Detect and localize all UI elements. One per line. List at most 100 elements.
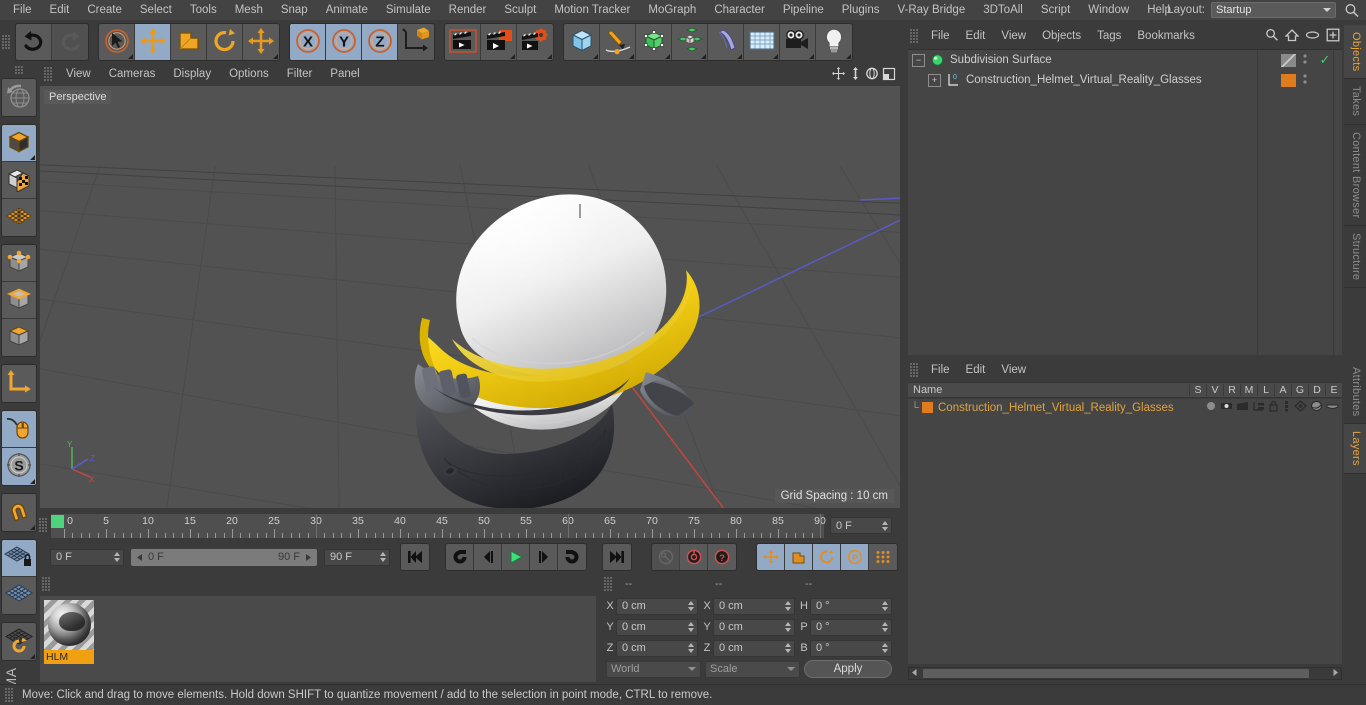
- next-keyframe-button[interactable]: [558, 544, 586, 570]
- scale-key-button[interactable]: [785, 544, 813, 570]
- manager-icon[interactable]: [1252, 400, 1265, 415]
- step-back-button[interactable]: [474, 544, 502, 570]
- spinner-icon[interactable]: [881, 520, 888, 531]
- parameter-key-button[interactable]: P: [841, 544, 869, 570]
- position-key-button[interactable]: [757, 544, 785, 570]
- side-tab-objects[interactable]: Objects: [1344, 25, 1366, 80]
- menu-item-render[interactable]: Render: [440, 0, 496, 20]
- viewport-solo-button[interactable]: [2, 411, 36, 448]
- object-menu-file[interactable]: File: [923, 25, 958, 47]
- side-tab-content-browser[interactable]: Content Browser: [1344, 124, 1366, 227]
- world-object-axis[interactable]: [398, 24, 434, 60]
- start-frame-field[interactable]: 0 F: [50, 548, 124, 566]
- side-tab-attributes[interactable]: Attributes: [1344, 360, 1366, 425]
- play-button[interactable]: [502, 544, 530, 570]
- timeline-ruler[interactable]: 051015202530354045505560657075808590: [50, 513, 826, 539]
- add-scene-button[interactable]: [744, 24, 780, 60]
- frame-range-slider[interactable]: 0 F 90 F: [130, 547, 318, 567]
- rotation-key-button[interactable]: [813, 544, 841, 570]
- coordinates-grip[interactable]: [604, 577, 613, 591]
- layer-manager-grip[interactable]: [910, 363, 919, 377]
- coord-size-field[interactable]: 0 cm: [713, 618, 795, 636]
- visible-eye-icon[interactable]: [1220, 400, 1233, 415]
- visibility-dots-icon[interactable]: [1302, 72, 1308, 89]
- dolly-icon[interactable]: [849, 66, 862, 84]
- scale-tool[interactable]: [171, 24, 207, 60]
- rotate-tool[interactable]: [207, 24, 243, 60]
- coord-position-field[interactable]: 0 cm: [616, 618, 698, 636]
- side-tab-structure[interactable]: Structure: [1344, 226, 1366, 289]
- object-menu-edit[interactable]: Edit: [958, 25, 994, 47]
- material-list-area[interactable]: HLM: [40, 596, 596, 682]
- rotate-icon[interactable]: [865, 66, 879, 84]
- coordinate-system-dropdown[interactable]: World: [606, 660, 701, 678]
- end-frame-field[interactable]: 90 F: [324, 548, 390, 566]
- layer-horizontal-scrollbar[interactable]: [908, 667, 1342, 680]
- solo-dot-icon[interactable]: [1205, 400, 1217, 415]
- search-icon[interactable]: [1265, 28, 1279, 45]
- layer-menu-view[interactable]: View: [993, 360, 1034, 380]
- pan-icon[interactable]: [831, 66, 846, 84]
- material-menu-grip[interactable]: [42, 577, 51, 591]
- z-axis-lock[interactable]: Z: [362, 24, 398, 60]
- spinner-icon[interactable]: [687, 601, 694, 611]
- menu-item-mograph[interactable]: MoGraph: [639, 0, 705, 20]
- step-forward-button[interactable]: [530, 544, 558, 570]
- workplane-rotate-button[interactable]: [2, 623, 36, 660]
- add-array-button[interactable]: [672, 24, 708, 60]
- menu-item-window[interactable]: Window: [1079, 0, 1138, 20]
- object-row[interactable]: − Subdivision Surface ✓: [908, 50, 1342, 70]
- texture-mode-button[interactable]: [2, 199, 36, 236]
- edges-mode-button[interactable]: [2, 282, 36, 319]
- current-frame-field[interactable]: 0 F: [830, 517, 892, 534]
- home-icon[interactable]: [1284, 28, 1300, 45]
- layer-row[interactable]: └ Construction_Helmet_Virtual_Reality_Gl…: [908, 399, 1342, 416]
- layout-dropdown[interactable]: Startup: [1211, 2, 1336, 18]
- menu-item-plugins[interactable]: Plugins: [833, 0, 889, 20]
- lock-workplane-button[interactable]: [2, 540, 36, 577]
- object-menu-bookmarks[interactable]: Bookmarks: [1129, 25, 1203, 47]
- select-tool[interactable]: [99, 24, 135, 60]
- spinner-icon[interactable]: [784, 601, 791, 611]
- expression-icon[interactable]: [1326, 400, 1339, 415]
- viewport-menu-panel[interactable]: Panel: [321, 64, 368, 84]
- spinner-icon[interactable]: [784, 622, 791, 632]
- render-region-button[interactable]: [481, 24, 517, 60]
- animation-icon[interactable]: [1282, 400, 1291, 415]
- workplane-button[interactable]: [2, 577, 36, 614]
- coord-rotation-field[interactable]: 0 °: [810, 639, 892, 657]
- scroll-right-arrow-icon[interactable]: [1331, 668, 1340, 680]
- apply-button[interactable]: Apply: [804, 660, 892, 678]
- transform-mode-dropdown[interactable]: Scale: [705, 660, 800, 678]
- layer-rows[interactable]: └ Construction_Helmet_Virtual_Reality_Gl…: [908, 399, 1342, 664]
- spinner-icon[interactable]: [113, 552, 120, 562]
- render-clapper-icon[interactable]: [1236, 400, 1249, 415]
- redo-button[interactable]: [52, 24, 88, 60]
- add-light-button[interactable]: [816, 24, 852, 60]
- coord-size-field[interactable]: 0 cm: [713, 597, 795, 615]
- spinner-icon[interactable]: [881, 601, 888, 611]
- render-view-button[interactable]: [445, 24, 481, 60]
- timeline-playhead[interactable]: [51, 515, 64, 528]
- record-active-objects-button[interactable]: [680, 544, 708, 570]
- polygons-mode-button[interactable]: [2, 319, 36, 356]
- menu-item-animate[interactable]: Animate: [317, 0, 377, 20]
- go-to-end-button[interactable]: [603, 544, 631, 570]
- generator-icon[interactable]: [1294, 400, 1307, 415]
- menu-item-snap[interactable]: Snap: [272, 0, 317, 20]
- left-toolbar-grip[interactable]: [14, 66, 24, 75]
- add-deformer-button[interactable]: [708, 24, 744, 60]
- viewport-menu-display[interactable]: Display: [164, 64, 220, 84]
- autokey-button[interactable]: [652, 544, 680, 570]
- move-duplicate-tool[interactable]: [243, 24, 279, 60]
- lock-icon[interactable]: [1268, 400, 1279, 415]
- status-bar-grip[interactable]: [5, 688, 14, 702]
- coord-rotation-field[interactable]: 0 °: [810, 597, 892, 615]
- coord-rotation-field[interactable]: 0 °: [810, 618, 892, 636]
- viewport-menu-grip[interactable]: [44, 67, 53, 81]
- menu-item-v-ray-bridge[interactable]: V-Ray Bridge: [888, 0, 974, 20]
- spinner-icon[interactable]: [687, 643, 694, 653]
- viewport-menu-view[interactable]: View: [57, 64, 100, 84]
- menu-item-motion-tracker[interactable]: Motion Tracker: [545, 0, 639, 20]
- spinner-icon[interactable]: [881, 643, 888, 653]
